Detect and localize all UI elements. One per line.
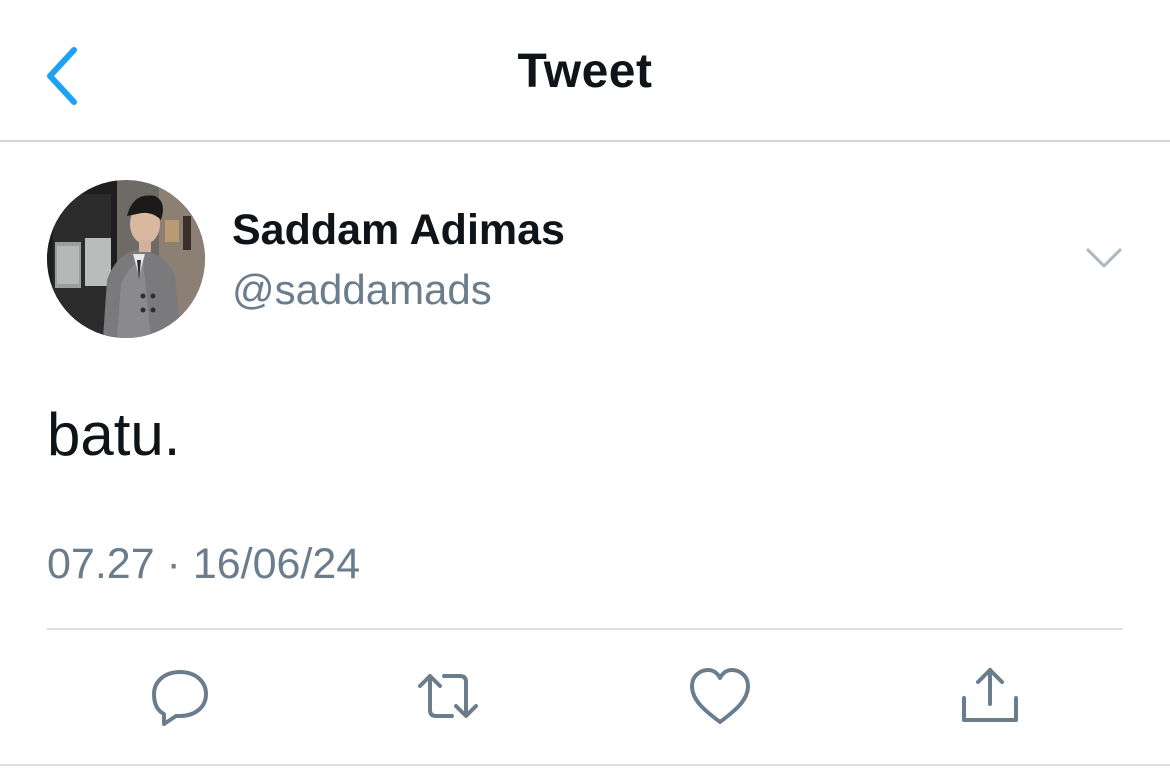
author-handle[interactable]: @saddamads — [232, 266, 492, 314]
page-title: Tweet — [517, 45, 653, 98]
top-nav-bar: Tweet — [0, 0, 1170, 142]
divider-bottom — [0, 764, 1170, 766]
more-options-button[interactable] — [1082, 242, 1126, 276]
tweet-timestamp: 07.27 · 16/06/24 — [47, 540, 361, 588]
reply-icon — [152, 670, 208, 726]
share-button[interactable] — [954, 664, 1026, 728]
reply-button[interactable] — [144, 664, 216, 728]
divider — [47, 628, 1123, 630]
tweet-detail-screen: Tweet Saddam Adimas @saddamads batu. 07.… — [0, 0, 1170, 768]
chevron-down-icon — [1086, 248, 1122, 268]
retweet-button[interactable] — [412, 664, 484, 728]
avatar-photo — [47, 180, 205, 338]
avatar[interactable] — [47, 180, 205, 338]
tweet-text: batu. — [47, 401, 181, 468]
author-name[interactable]: Saddam Adimas — [232, 206, 565, 255]
retweet-icon — [418, 674, 478, 718]
share-icon — [962, 668, 1018, 722]
heart-icon — [690, 668, 750, 724]
like-button[interactable] — [684, 664, 756, 728]
